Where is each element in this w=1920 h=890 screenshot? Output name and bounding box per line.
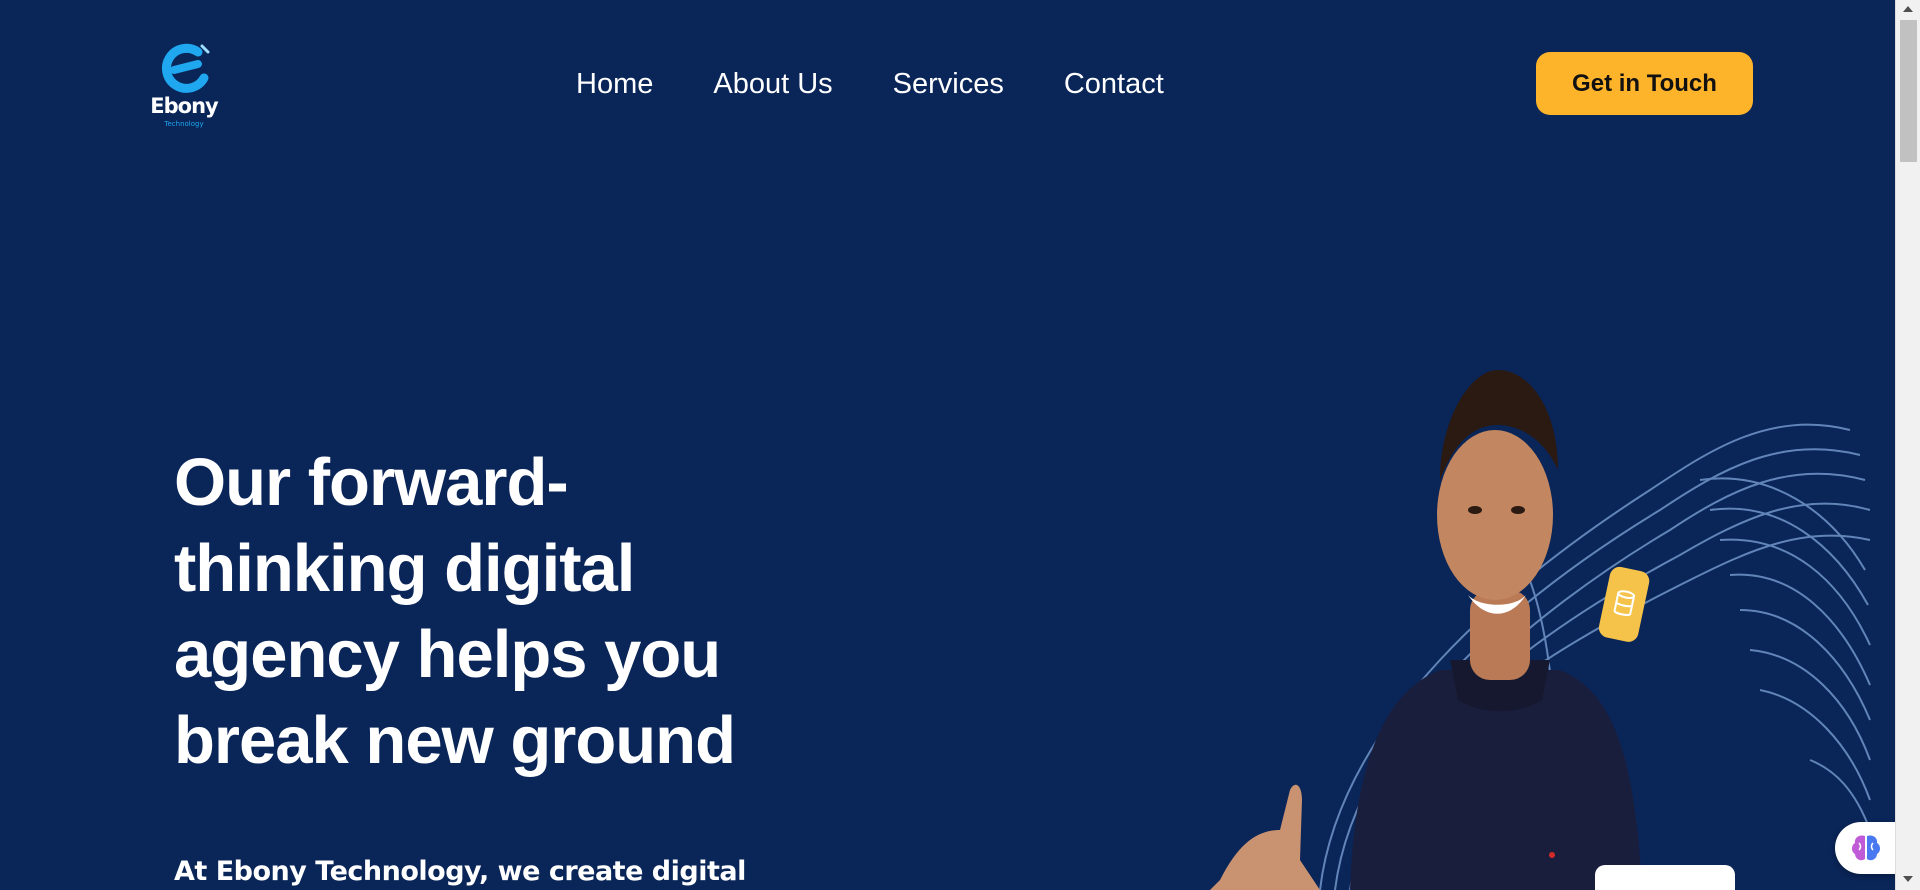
page-scrollbar[interactable]: [1895, 0, 1920, 890]
nav-item-about-us[interactable]: About Us: [713, 64, 832, 104]
scrollbar-thumb[interactable]: [1900, 20, 1917, 162]
ebony-e-logo-icon: [162, 43, 210, 93]
brand-logo[interactable]: Ebony Technology: [146, 40, 222, 132]
scroll-up-arrow-icon[interactable]: [1903, 6, 1913, 12]
brain-icon: [1852, 835, 1880, 861]
main-nav: Home About Us Services Contact: [576, 64, 1224, 104]
page: Ebony Technology Home About Us Services …: [0, 0, 1895, 890]
get-in-touch-button[interactable]: Get in Touch: [1536, 52, 1753, 115]
nav-item-services[interactable]: Services: [893, 64, 1004, 104]
nav-item-contact[interactable]: Contact: [1064, 64, 1164, 104]
hero-title: Our forward-thinking digital agency help…: [174, 445, 736, 778]
nav-item-home[interactable]: Home: [576, 64, 653, 104]
smiling-man-photo: [1210, 370, 1735, 890]
brand-tagline: Technology: [164, 120, 204, 128]
coin-stack-icon: [1598, 566, 1650, 642]
hero-subtitle: At Ebony Technology, we create digital: [174, 856, 746, 887]
hero-illustration: [1210, 370, 1871, 890]
scroll-down-arrow-icon[interactable]: [1903, 876, 1913, 882]
brand-name: Ebony: [150, 94, 218, 118]
assistant-widget-button[interactable]: [1835, 822, 1895, 874]
